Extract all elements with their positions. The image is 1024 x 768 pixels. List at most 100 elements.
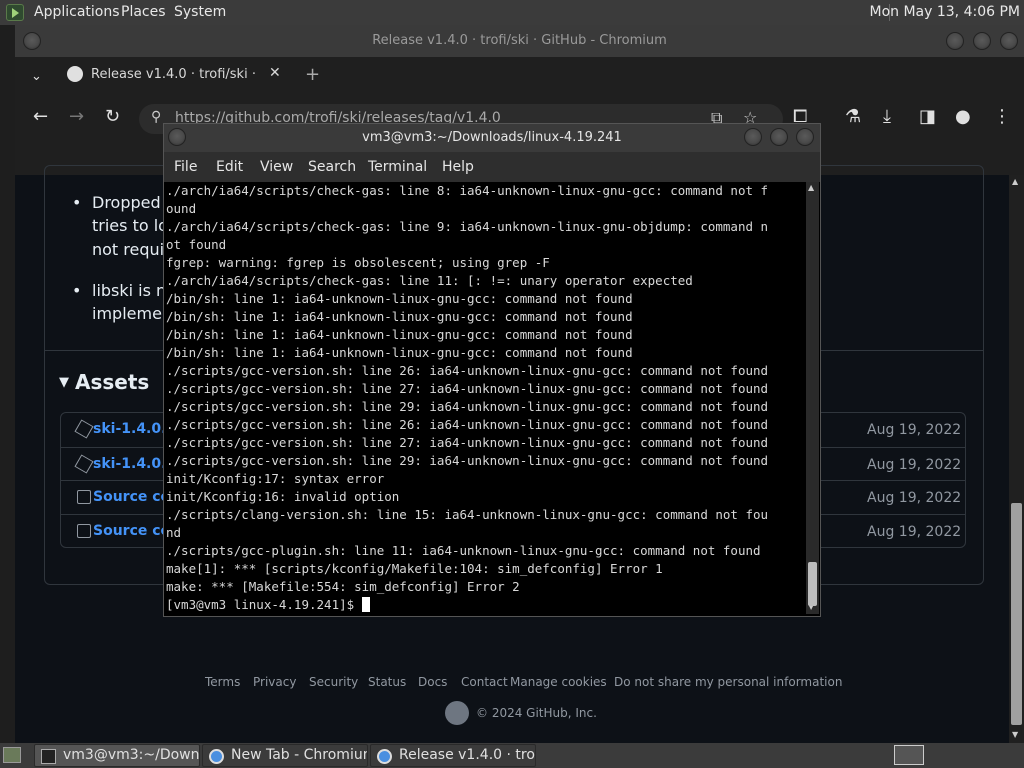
package-icon: [74, 454, 94, 474]
terminal-line: ./arch/ia64/scripts/check-gas: line 11: …: [166, 273, 693, 288]
chromium-app-icon: [209, 749, 224, 764]
terminal-menu-edit[interactable]: Edit: [216, 159, 243, 175]
github-favicon-icon: [67, 66, 83, 82]
page-scrollbar-thumb[interactable]: [1011, 503, 1022, 725]
terminal-line: /bin/sh: line 1: ia64-unknown-linux-gnu-…: [166, 345, 633, 360]
terminal-menu-file[interactable]: File: [174, 159, 197, 175]
profile-avatar-icon[interactable]: ●: [955, 107, 971, 127]
site-info-icon[interactable]: ⚲: [151, 109, 161, 125]
terminal-line: ./scripts/gcc-version.sh: line 26: ia64-…: [166, 363, 769, 378]
tab-release[interactable]: Release v1.4.0 · trofi/ski · Git ✕: [55, 57, 291, 93]
terminal-line: ./scripts/gcc-version.sh: line 26: ia64-…: [166, 417, 769, 432]
tab-close-icon[interactable]: ✕: [269, 65, 281, 81]
taskbar: vm3@vm3:~/Downl... New Tab - Chromium Re…: [0, 743, 1024, 768]
asset-link[interactable]: Source co: [93, 489, 170, 505]
task-label: Release v1.4.0 · trofi...: [399, 747, 535, 763]
terminal-scrollbar[interactable]: ▲ ▼: [806, 182, 819, 614]
bullet-dot: •: [72, 281, 82, 300]
download-icon[interactable]: ⤓: [883, 107, 891, 127]
assets-heading[interactable]: Assets: [75, 370, 149, 394]
task-new-tab[interactable]: New Tab - Chromium: [202, 744, 368, 767]
footer-link-security[interactable]: Security: [309, 675, 358, 689]
terminal-line: make[1]: *** [scripts/kconfig/Makefile:1…: [166, 561, 663, 576]
terminal-scroll-up-icon[interactable]: ▲: [808, 183, 814, 192]
terminal-title: vm3@vm3:~/Downloads/linux-4.19.241: [362, 130, 622, 145]
chromium-window-title: Release v1.4.0 · trofi/ski · GitHub - Ch…: [372, 33, 667, 48]
footer-link-terms[interactable]: Terms: [205, 675, 240, 689]
terminal-menu-help[interactable]: Help: [442, 159, 474, 175]
top-panel: Applications Places System Mon May 13, 4…: [0, 0, 1024, 25]
terminal-prompt: [vm3@vm3 linux-4.19.241]$: [166, 597, 362, 612]
task-label: vm3@vm3:~/Downl...: [63, 747, 200, 763]
terminal-output[interactable]: ./arch/ia64/scripts/check-gas: line 8: i…: [166, 182, 806, 614]
github-logo-icon[interactable]: [445, 701, 469, 725]
terminal-line: /bin/sh: line 1: ia64-unknown-linux-gnu-…: [166, 327, 633, 342]
side-panel-icon[interactable]: ◨: [919, 107, 936, 127]
back-arrow-icon[interactable]: ←: [33, 107, 48, 127]
terminal-line: ./scripts/gcc-plugin.sh: line 11: ia64-u…: [166, 543, 761, 558]
scroll-down-arrow-icon[interactable]: ▼: [1012, 730, 1018, 739]
terminal-line: ound: [166, 201, 197, 216]
reload-icon[interactable]: ↻: [105, 107, 120, 127]
terminal-lines: ./arch/ia64/scripts/check-gas: line 8: i…: [166, 182, 806, 596]
minimize-button[interactable]: [946, 32, 964, 50]
terminal-maximize-button[interactable]: [770, 128, 788, 146]
menu-applications[interactable]: Applications: [34, 4, 120, 20]
terminal-scrollbar-thumb[interactable]: [808, 562, 817, 606]
terminal-line: ./arch/ia64/scripts/check-gas: line 9: i…: [166, 219, 769, 234]
footer-link-contact[interactable]: Contact: [461, 675, 508, 689]
terminal-close-button[interactable]: [796, 128, 814, 146]
menu-system[interactable]: System: [174, 4, 226, 20]
footer-link-docs[interactable]: Docs: [418, 675, 447, 689]
maximize-button[interactable]: [973, 32, 991, 50]
chromium-app-icon: [377, 749, 392, 764]
forward-arrow-icon[interactable]: →: [69, 107, 84, 127]
terminal-menubar: File Edit View Search Terminal Help: [164, 152, 820, 182]
terminal-line: init/Kconfig:17: syntax error: [166, 471, 385, 486]
bullet-dot: •: [72, 193, 82, 212]
scroll-up-arrow-icon[interactable]: ▲: [1012, 177, 1018, 186]
menu-places[interactable]: Places: [121, 4, 166, 20]
terminal-line: make: *** [Makefile:554: sim_defconfig] …: [166, 579, 520, 594]
task-label: New Tab - Chromium: [231, 747, 368, 763]
terminal-menu-terminal[interactable]: Terminal: [368, 159, 427, 175]
terminal-cursor: [361, 597, 370, 612]
footer-link-manage-cookies[interactable]: Manage cookies: [510, 675, 607, 689]
workspace-switcher[interactable]: [894, 745, 924, 765]
footer-link-status[interactable]: Status: [368, 675, 406, 689]
terminal-line: ot found: [166, 237, 227, 252]
terminal-line: ./arch/ia64/scripts/check-gas: line 8: i…: [166, 183, 769, 198]
labs-flask-icon[interactable]: ⚗: [845, 107, 861, 127]
tab-search-chevron-icon[interactable]: ⌄: [31, 67, 42, 87]
close-window-button[interactable]: [1000, 32, 1018, 50]
asset-link[interactable]: Source co: [93, 523, 170, 539]
terminal-minimize-button[interactable]: [744, 128, 762, 146]
copyright-text: © 2024 GitHub, Inc.: [476, 706, 597, 720]
terminal-line: ./scripts/gcc-version.sh: line 27: ia64-…: [166, 381, 769, 396]
footer-link-do-not-share[interactable]: Do not share my personal information: [614, 675, 842, 689]
task-release[interactable]: Release v1.4.0 · trofi...: [370, 744, 536, 767]
show-desktop-icon[interactable]: [3, 747, 21, 763]
terminal-window-menu-button[interactable]: [168, 128, 186, 146]
terminal-menu-view[interactable]: View: [260, 159, 293, 175]
package-icon: [74, 419, 94, 439]
terminal-menu-search[interactable]: Search: [308, 159, 356, 175]
applications-logo-icon[interactable]: [6, 4, 24, 21]
new-tab-plus-icon[interactable]: +: [305, 65, 320, 85]
window-menu-button[interactable]: [23, 32, 41, 50]
terminal-line: init/Kconfig:16: invalid option: [166, 489, 400, 504]
chromium-title-bar[interactable]: Release v1.4.0 · trofi/ski · GitHub - Ch…: [15, 25, 1024, 57]
terminal-line: ./scripts/gcc-version.sh: line 29: ia64-…: [166, 399, 769, 414]
terminal-line: ./scripts/gcc-version.sh: line 29: ia64-…: [166, 453, 769, 468]
assets-caret-icon[interactable]: ▼: [59, 375, 69, 390]
terminal-title-bar[interactable]: vm3@vm3:~/Downloads/linux-4.19.241: [164, 124, 820, 152]
terminal-line: /bin/sh: line 1: ia64-unknown-linux-gnu-…: [166, 291, 633, 306]
terminal-line: ./scripts/clang-version.sh: line 15: ia6…: [166, 507, 769, 522]
asset-date: Aug 19, 2022: [867, 524, 962, 540]
task-terminal[interactable]: vm3@vm3:~/Downl...: [34, 744, 200, 767]
panel-clock[interactable]: Mon May 13, 4:06 PM: [870, 4, 1021, 20]
menu-kebab-icon[interactable]: ⋮: [993, 107, 1011, 127]
terminal-window: vm3@vm3:~/Downloads/linux-4.19.241 File …: [163, 123, 821, 617]
asset-date: Aug 19, 2022: [867, 422, 962, 438]
footer-link-privacy[interactable]: Privacy: [253, 675, 296, 689]
